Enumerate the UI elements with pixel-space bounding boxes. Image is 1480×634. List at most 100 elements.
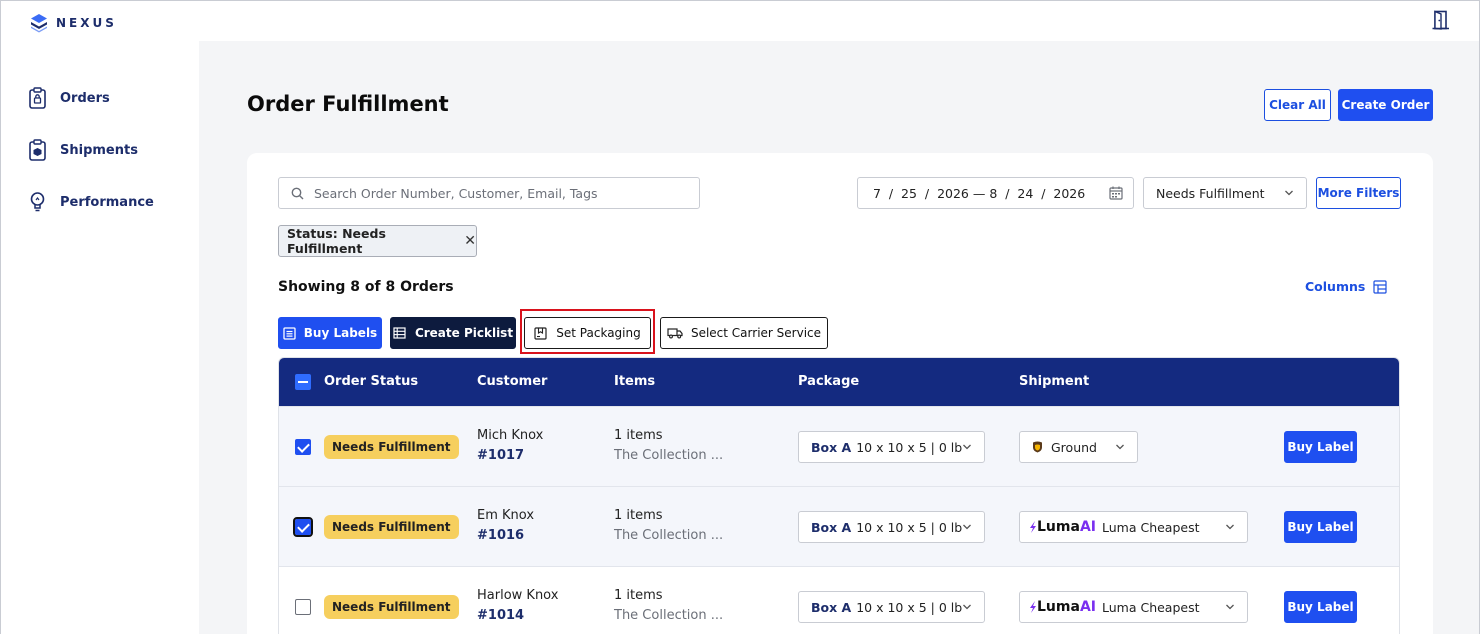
brand-logo[interactable]: NEXUS xyxy=(28,12,117,34)
luma-ai-logo: Luma AI xyxy=(1029,599,1096,615)
package-select[interactable]: Box A 10 x 10 x 5 | 0 lb xyxy=(798,511,985,543)
items-description: The Collection ... xyxy=(614,528,724,543)
table-row[interactable]: Needs Fulfillment Mich Knox #1017 1 item… xyxy=(279,406,1399,486)
select-carrier-label: Select Carrier Service xyxy=(690,326,822,340)
luma-bolt-icon xyxy=(1030,521,1036,533)
status-filter-select[interactable]: Needs Fulfillment xyxy=(1143,177,1307,209)
main-content: Order Fulfillment Clear All Create Order… xyxy=(199,41,1479,634)
sidebar-item-label: Shipments xyxy=(60,142,138,158)
package-name: Box A xyxy=(811,519,852,535)
package-dims: 10 x 10 x 5 | 0 lb xyxy=(856,519,963,535)
luma-brand: Luma xyxy=(1037,519,1080,535)
table-row[interactable]: Needs Fulfillment Harlow Knox #1014 1 it… xyxy=(279,566,1399,634)
chevron-down-icon xyxy=(1226,524,1234,530)
row-checkbox[interactable] xyxy=(293,517,313,537)
customer-name: Mich Knox xyxy=(477,428,544,443)
status-badge: Needs Fulfillment xyxy=(324,435,459,459)
buy-label-button[interactable]: Buy Label xyxy=(1284,511,1357,543)
columns-label: Columns xyxy=(1305,279,1366,294)
table-row[interactable]: Needs Fulfillment Em Knox #1016 1 items … xyxy=(279,486,1399,566)
shipment-select[interactable]: Luma AI Luma Cheapest xyxy=(1019,591,1248,623)
date-range-picker[interactable]: 7 / 25 / 2026 — 8 / 24 / 2026 xyxy=(857,177,1134,209)
items-count: 1 items xyxy=(614,588,663,603)
order-number-link[interactable]: #1014 xyxy=(477,608,524,623)
orders-count: Showing 8 of 8 Orders xyxy=(278,279,454,295)
status-badge: Needs Fulfillment xyxy=(324,595,459,619)
chevron-down-icon xyxy=(963,444,971,450)
header-shipment[interactable]: Shipment xyxy=(1019,374,1089,389)
clear-all-button[interactable]: Clear All xyxy=(1264,89,1331,121)
header-items[interactable]: Items xyxy=(614,374,655,389)
items-count: 1 items xyxy=(614,428,663,443)
luma-brand-ai: AI xyxy=(1079,519,1096,535)
calendar-icon[interactable] xyxy=(1109,186,1123,200)
orders-card: 7 / 25 / 2026 — 8 / 24 / 2026 Needs Fulf… xyxy=(247,153,1433,634)
header-package[interactable]: Package xyxy=(798,374,859,389)
brand-name: NEXUS xyxy=(56,16,117,30)
sidebar-item-shipments[interactable]: Shipments xyxy=(28,139,138,161)
customer-name: Em Knox xyxy=(477,508,535,523)
top-bar: NEXUS xyxy=(1,1,1479,41)
chevron-down-icon xyxy=(963,524,971,530)
chevron-down-icon xyxy=(963,604,971,610)
order-number-link[interactable]: #1016 xyxy=(477,528,524,543)
page-title: Order Fulfillment xyxy=(247,92,449,116)
active-filter-chip: Status: Needs Fulfillment ✕ xyxy=(278,225,477,257)
shipment-service: Luma Cheapest xyxy=(1101,599,1200,615)
header-order-status[interactable]: Order Status xyxy=(324,374,418,389)
sidebar-item-orders[interactable]: Orders xyxy=(28,87,110,109)
buy-label-button[interactable]: Buy Label xyxy=(1284,591,1357,623)
items-count: 1 items xyxy=(614,508,663,523)
status-badge: Needs Fulfillment xyxy=(324,515,459,539)
row-checkbox[interactable] xyxy=(295,599,311,615)
orders-table: Order Status Customer Items Package Ship… xyxy=(278,357,1400,634)
shipment-select[interactable]: Ground xyxy=(1019,431,1138,463)
package-select[interactable]: Box A 10 x 10 x 5 | 0 lb xyxy=(798,431,985,463)
items-description: The Collection ... xyxy=(614,448,724,463)
shipment-service: Luma Cheapest xyxy=(1101,519,1200,535)
buy-labels-button[interactable]: Buy Labels xyxy=(278,317,382,349)
sidebar-item-performance[interactable]: Performance xyxy=(28,191,154,213)
more-filters-button[interactable]: More Filters xyxy=(1316,177,1401,209)
ups-shield-icon xyxy=(1033,441,1042,453)
header-customer[interactable]: Customer xyxy=(477,374,547,389)
close-icon[interactable]: ✕ xyxy=(464,233,476,249)
truck-icon xyxy=(667,328,683,339)
sidebar: Orders Shipments Performance xyxy=(1,41,199,634)
buy-label-button[interactable]: Buy Label xyxy=(1284,431,1357,463)
picklist-icon xyxy=(393,327,406,339)
package-name: Box A xyxy=(811,439,852,455)
search-icon xyxy=(291,187,304,199)
shipment-select[interactable]: Luma AI Luma Cheapest xyxy=(1019,511,1248,543)
search-input[interactable] xyxy=(314,185,684,201)
select-all-checkbox[interactable] xyxy=(295,374,311,390)
shipment-service: Ground xyxy=(1051,439,1097,455)
row-checkbox[interactable] xyxy=(295,439,311,455)
create-order-button[interactable]: Create Order xyxy=(1338,89,1433,121)
customer-name: Harlow Knox xyxy=(477,588,559,603)
status-filter-value: Needs Fulfillment xyxy=(1156,185,1265,201)
nexus-logo-icon xyxy=(31,14,47,33)
date-range-value: 7 / 25 / 2026 — 8 / 24 / 2026 xyxy=(873,185,1086,201)
columns-button[interactable]: Columns xyxy=(1305,279,1387,294)
search-box[interactable] xyxy=(278,177,700,209)
sidebar-item-label: Performance xyxy=(60,194,154,210)
select-carrier-service-button[interactable]: Select Carrier Service xyxy=(660,317,828,349)
highlight-box xyxy=(520,309,655,354)
order-number-link[interactable]: #1017 xyxy=(477,448,524,463)
create-picklist-label: Create Picklist xyxy=(414,326,514,340)
luma-brand-ai: AI xyxy=(1079,599,1096,615)
label-list-icon xyxy=(283,326,296,340)
luma-bolt-icon xyxy=(1030,601,1036,613)
create-picklist-button[interactable]: Create Picklist xyxy=(390,317,516,349)
package-dims: 10 x 10 x 5 | 0 lb xyxy=(856,599,963,615)
package-select[interactable]: Box A 10 x 10 x 5 | 0 lb xyxy=(798,591,985,623)
package-dims: 10 x 10 x 5 | 0 lb xyxy=(856,439,963,455)
table-header: Order Status Customer Items Package Ship… xyxy=(279,358,1399,406)
chevron-down-icon xyxy=(1226,604,1234,610)
chevron-down-icon xyxy=(1116,444,1124,450)
logout-door-icon[interactable] xyxy=(1432,10,1450,30)
lightbulb-icon xyxy=(30,192,45,212)
buy-labels-label: Buy Labels xyxy=(303,326,378,340)
luma-ai-logo: Luma AI xyxy=(1029,519,1096,535)
